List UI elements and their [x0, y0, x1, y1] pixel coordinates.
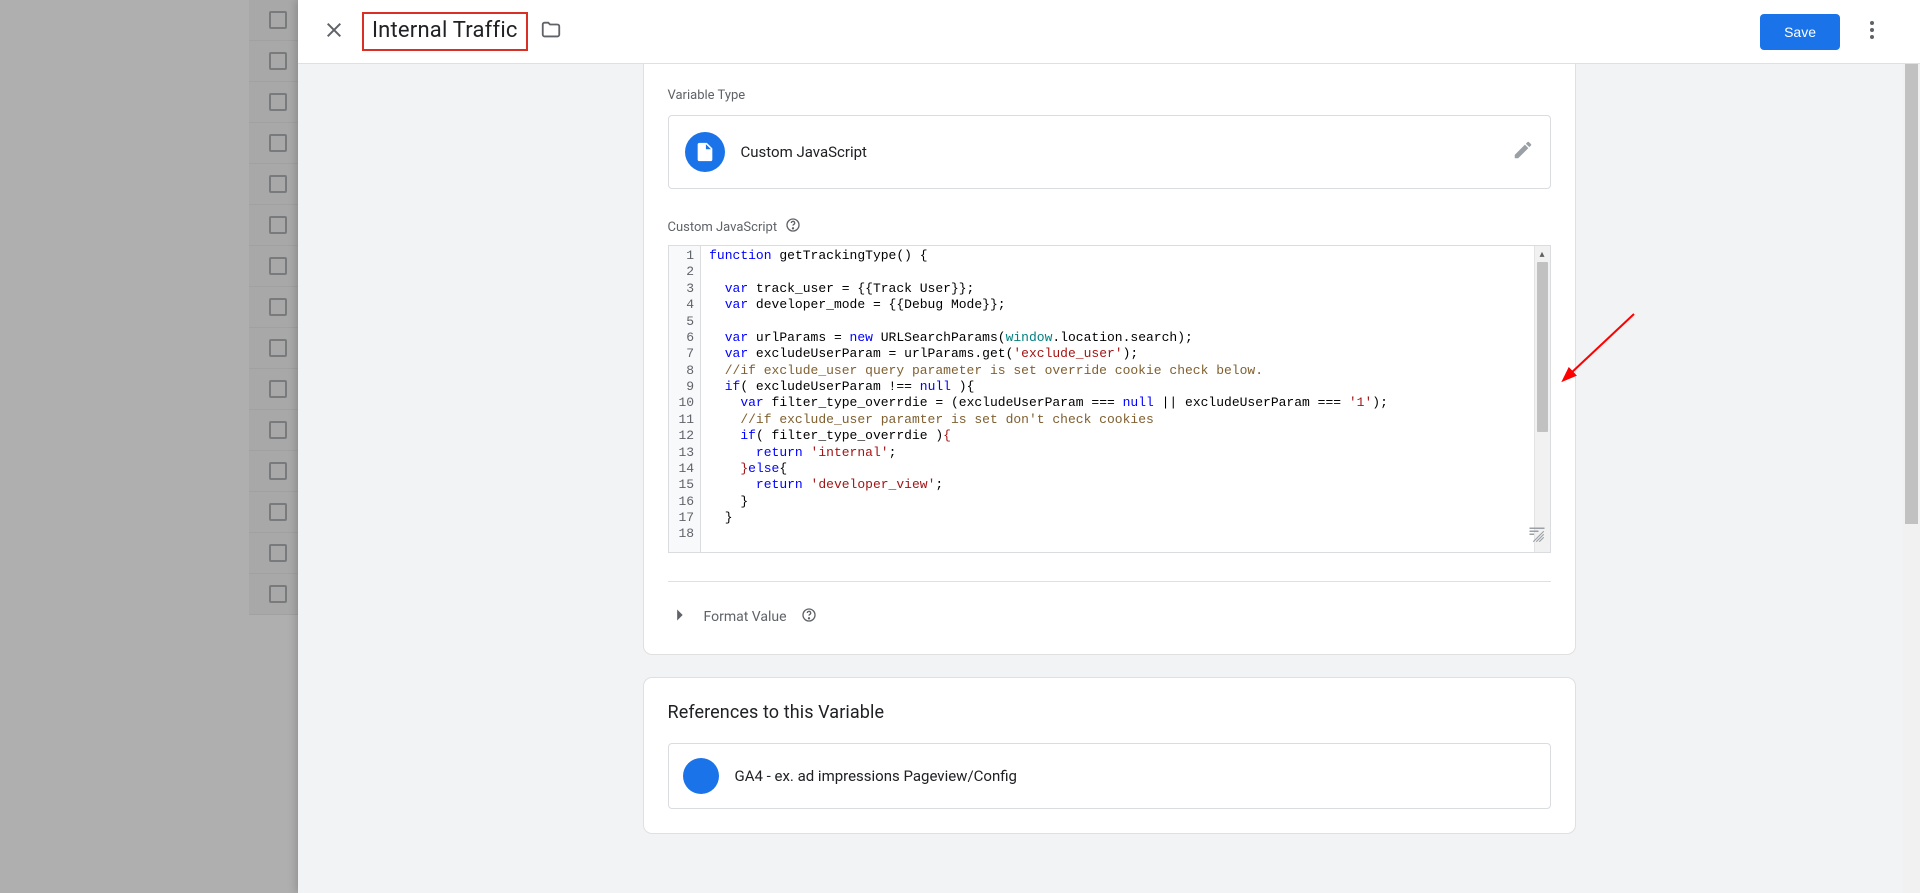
code-gutter: 123456789101112131415161718	[669, 246, 702, 552]
reference-row[interactable]: GA4 - ex. ad impressions Pageview/Config	[668, 743, 1551, 809]
format-value-toggle[interactable]: Format Value	[668, 581, 1551, 630]
title-highlight-box: Internal Traffic	[362, 12, 528, 51]
resize-icon	[1528, 532, 1546, 548]
edit-type-button[interactable]	[1512, 139, 1534, 165]
code-textarea[interactable]: function getTrackingType() { var track_u…	[701, 246, 1549, 552]
editor-scrollbar[interactable]: ▴	[1534, 246, 1550, 552]
slideover-panel: Internal Traffic Save Variable Type Cust	[298, 0, 1920, 893]
more-vert-icon	[1860, 18, 1884, 46]
panel-header: Internal Traffic Save	[298, 0, 1920, 64]
save-button[interactable]: Save	[1760, 14, 1840, 50]
close-button[interactable]	[310, 8, 358, 56]
variable-type-label: Variable Type	[668, 88, 1551, 103]
more-menu-button[interactable]	[1848, 8, 1896, 56]
variable-name-input[interactable]: Internal Traffic	[372, 18, 518, 43]
tag-type-icon	[683, 758, 719, 794]
chevron-right-icon	[668, 604, 690, 630]
format-value-label: Format Value	[704, 609, 787, 625]
code-editor[interactable]: 123456789101112131415161718 function get…	[668, 245, 1551, 553]
variable-type-selector[interactable]: Custom JavaScript	[668, 115, 1551, 189]
variable-type-name: Custom JavaScript	[741, 143, 867, 161]
references-card: References to this Variable GA4 - ex. ad…	[644, 678, 1575, 833]
custom-js-icon	[685, 132, 725, 172]
pencil-icon	[1512, 149, 1534, 165]
variable-config-card: Variable Type Custom JavaScript Custom J…	[644, 64, 1575, 654]
code-help-button[interactable]	[785, 217, 801, 237]
folder-icon[interactable]	[540, 19, 562, 45]
close-icon	[322, 18, 346, 46]
code-section-label: Custom JavaScript	[668, 220, 778, 235]
editor-resize-handle[interactable]	[1528, 526, 1546, 548]
help-icon	[801, 611, 817, 627]
help-icon	[785, 222, 801, 237]
format-help-button[interactable]	[801, 607, 817, 627]
page-scrollbar[interactable]	[1903, 64, 1920, 893]
references-title: References to this Variable	[668, 702, 1551, 723]
reference-label: GA4 - ex. ad impressions Pageview/Config	[735, 767, 1017, 785]
annotation-arrow	[1564, 314, 1654, 398]
